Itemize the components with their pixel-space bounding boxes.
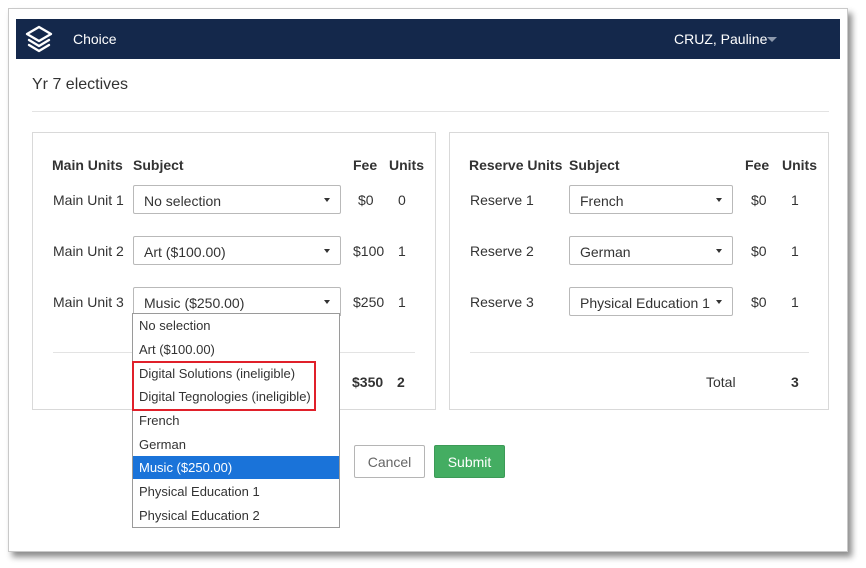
reserve-3-select[interactable]: Physical Education 1: [569, 287, 733, 316]
main-unit-2-units: 1: [398, 243, 406, 259]
user-menu[interactable]: CRUZ, Pauline: [674, 31, 767, 47]
caret-down-icon: [716, 249, 722, 253]
reserve-1-select[interactable]: French: [569, 185, 733, 214]
main-units-header: Main Units: [52, 157, 123, 173]
main-total-units: 2: [397, 374, 405, 390]
reserve-units-header: Reserve Units: [469, 157, 563, 173]
main-unit-1-units: 0: [398, 192, 406, 208]
reserve-2-label: Reserve 2: [470, 243, 534, 259]
subject-dropdown-list: No selection Art ($100.00) Digital Solut…: [132, 313, 340, 528]
main-unit-1-value: No selection: [144, 193, 222, 209]
main-unit-2-select[interactable]: Art ($100.00): [133, 236, 341, 265]
main-unit-3-fee: $250: [353, 294, 385, 310]
reserve-2-units: 1: [791, 243, 799, 259]
caret-down-icon: [324, 249, 330, 253]
main-unit-3-value: Music ($250.00): [144, 295, 245, 311]
main-unit-1-fee: $0: [358, 192, 374, 208]
reserve-1-fee: $0: [751, 192, 767, 208]
stacked-layers-icon[interactable]: [24, 24, 54, 54]
page-title: Yr 7 electives: [32, 76, 129, 93]
dropdown-option-no-selection[interactable]: No selection: [133, 314, 339, 337]
main-unit-2-label: Main Unit 2: [53, 243, 124, 259]
reserve-2-fee: $0: [751, 243, 767, 259]
reserve-2-select[interactable]: German: [569, 236, 733, 265]
reserve-subject-header: Subject: [569, 157, 620, 173]
submit-button[interactable]: Submit: [434, 445, 505, 478]
top-navbar: Choice CRUZ, Pauline: [16, 19, 840, 59]
dropdown-option-digital-solutions[interactable]: Digital Solutions (ineligible): [133, 362, 339, 385]
reserve-3-units: 1: [791, 294, 799, 310]
main-unit-2-fee: $100: [353, 243, 385, 259]
units-header: Units: [389, 157, 424, 173]
title-divider: [32, 111, 829, 112]
main-unit-2-value: Art ($100.00): [144, 244, 226, 260]
caret-down-icon[interactable]: [767, 37, 777, 42]
reserve-total-divider: [470, 352, 809, 353]
caret-down-icon: [716, 300, 722, 304]
reserve-1-value: French: [580, 193, 624, 209]
main-unit-1-select[interactable]: No selection: [133, 185, 341, 214]
reserve-total-label: Total: [706, 374, 736, 390]
main-total-fee: $350: [352, 374, 384, 390]
dropdown-option-german[interactable]: German: [133, 433, 339, 456]
dropdown-option-french[interactable]: French: [133, 409, 339, 432]
reserve-2-value: German: [580, 244, 631, 260]
dropdown-option-physical-education-1[interactable]: Physical Education 1: [133, 480, 339, 503]
cancel-button[interactable]: Cancel: [354, 445, 425, 478]
reserve-3-label: Reserve 3: [470, 294, 534, 310]
main-unit-1-label: Main Unit 1: [53, 192, 124, 208]
reserve-fee-header: Fee: [745, 157, 770, 173]
reserve-3-fee: $0: [751, 294, 767, 310]
dropdown-option-music[interactable]: Music ($250.00): [133, 456, 339, 479]
caret-down-icon: [324, 300, 330, 304]
dropdown-option-physical-education-2[interactable]: Physical Education 2: [133, 504, 339, 527]
main-unit-3-select[interactable]: Music ($250.00): [133, 287, 341, 316]
dropdown-option-art[interactable]: Art ($100.00): [133, 338, 339, 361]
caret-down-icon: [716, 198, 722, 202]
app-name: Choice: [73, 31, 117, 47]
main-unit-3-units: 1: [398, 294, 406, 310]
reserve-1-units: 1: [791, 192, 799, 208]
subject-header: Subject: [133, 157, 184, 173]
reserve-units-count-header: Units: [782, 157, 817, 173]
reserve-3-value: Physical Education 1: [580, 295, 710, 311]
reserve-units-panel: [449, 132, 829, 410]
main-unit-3-label: Main Unit 3: [53, 294, 124, 310]
fee-header: Fee: [353, 157, 378, 173]
reserve-1-label: Reserve 1: [470, 192, 534, 208]
dropdown-option-digital-technologies[interactable]: Digital Tegnologies (ineligible): [133, 385, 339, 408]
caret-down-icon: [324, 198, 330, 202]
reserve-total-units: 3: [791, 374, 799, 390]
